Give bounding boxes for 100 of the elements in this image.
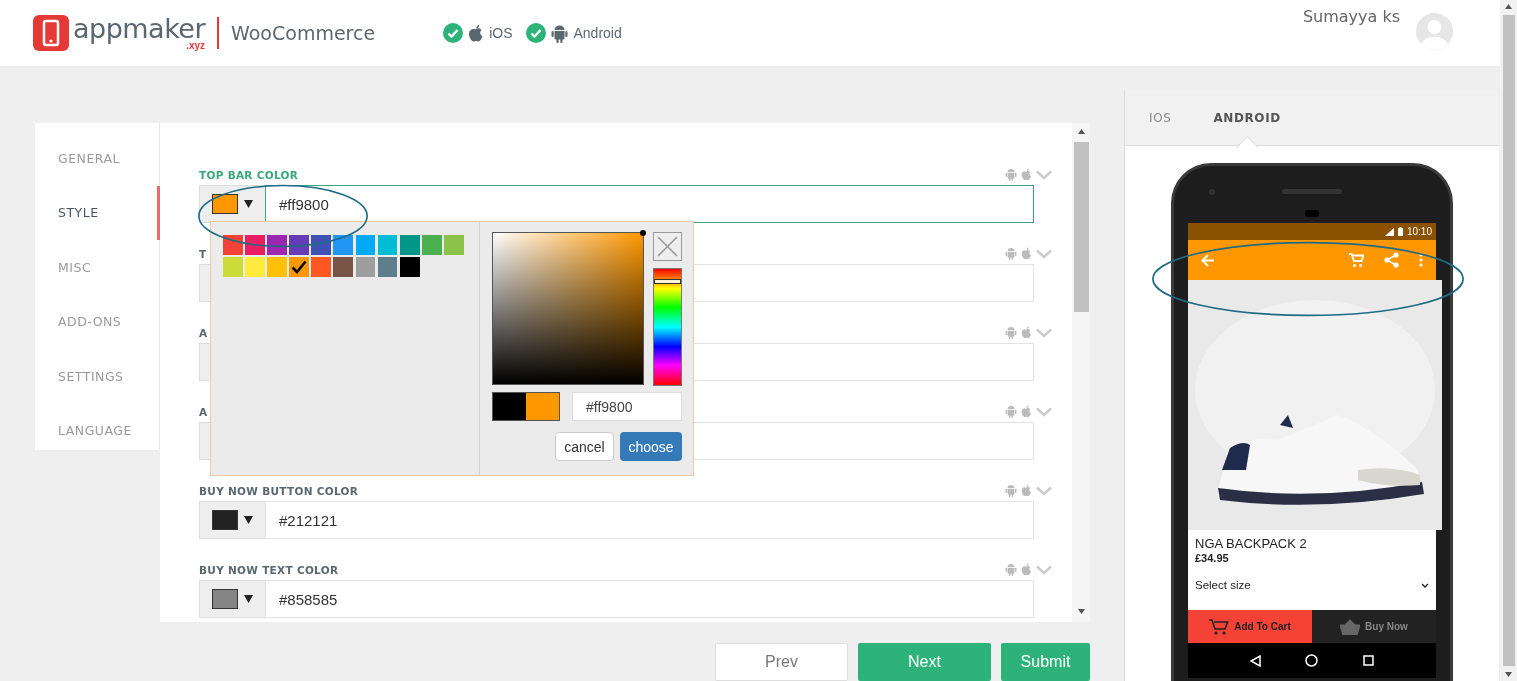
sidebar-item[interactable]: GENERAL [35, 131, 159, 186]
color-input[interactable]: #858585 [265, 580, 1034, 618]
android-icon [1005, 326, 1017, 339]
basket-icon [1340, 618, 1361, 635]
apple-icon [1021, 563, 1032, 576]
hue-slider-handle[interactable] [654, 279, 681, 285]
field-label: TOP BAR COLOR [199, 168, 299, 181]
palette-swatch[interactable] [377, 235, 398, 255]
palette-swatch[interactable] [355, 235, 376, 255]
chevron-down-icon[interactable] [1036, 406, 1052, 417]
scroll-up-icon[interactable] [1077, 129, 1085, 134]
apple-icon [1021, 326, 1032, 339]
close-button[interactable] [653, 232, 682, 261]
android-icon [1005, 563, 1017, 576]
field-label: A [199, 326, 208, 339]
palette-swatch[interactable] [333, 257, 354, 277]
palette-swatch[interactable] [333, 235, 354, 255]
palette-swatch[interactable] [267, 257, 287, 277]
chevron-down-icon[interactable] [1036, 169, 1052, 180]
palette-swatch[interactable] [267, 235, 287, 255]
chevron-down-icon[interactable] [1036, 248, 1052, 259]
palette-swatch[interactable] [399, 235, 420, 255]
chevron-down-icon[interactable] [1036, 327, 1052, 338]
platform-badge-label: iOS [489, 25, 513, 41]
apple-icon [1021, 405, 1032, 418]
palette-swatch[interactable] [289, 235, 310, 255]
palette-swatch[interactable] [245, 235, 265, 255]
color-dropdown[interactable] [199, 185, 265, 223]
apple-icon [1021, 168, 1032, 181]
back-arrow-icon[interactable] [1201, 253, 1215, 267]
palette-swatch[interactable] [223, 235, 243, 255]
android-icon [1005, 168, 1017, 181]
chevron-down-icon [1421, 582, 1429, 588]
logo-wordmark: appmaker [73, 15, 206, 42]
sidebar-item[interactable]: ADD-ONS [35, 294, 159, 349]
checkmark-icon [291, 260, 308, 275]
home-icon[interactable] [1305, 654, 1319, 667]
chevron-down-icon[interactable] [1036, 564, 1052, 575]
avatar-icon[interactable] [1416, 13, 1453, 50]
platform-tab[interactable]: IOS [1149, 90, 1172, 145]
size-select[interactable]: Select size [1195, 579, 1429, 591]
battery-icon [1397, 227, 1403, 236]
field-label: A [199, 405, 208, 418]
sidebar-item[interactable]: LANGUAGE [35, 403, 159, 458]
palette-swatch[interactable] [311, 257, 332, 277]
palette-swatch[interactable] [399, 257, 420, 277]
cart-icon[interactable] [1349, 252, 1364, 268]
platform-badge-label: Android [573, 25, 622, 41]
logo-suffix: .xyz [186, 41, 206, 51]
palette-swatch[interactable] [245, 257, 265, 277]
caret-icon [244, 200, 253, 208]
primary-button[interactable]: Submit [1001, 643, 1090, 681]
color-dropdown[interactable] [199, 580, 265, 618]
apple-icon [468, 23, 485, 43]
hue-slider[interactable] [653, 268, 682, 386]
scroll-down-icon[interactable] [1077, 609, 1085, 614]
sidebar-item[interactable]: SETTINGS [35, 349, 159, 404]
cart-icon [1209, 617, 1230, 636]
field-label: BUY NOW TEXT COLOR [199, 563, 339, 576]
hex-input[interactable]: #ff9800 [572, 392, 682, 421]
recents-icon[interactable] [1362, 655, 1374, 666]
android-icon [1005, 484, 1017, 497]
scroll-down-icon[interactable] [1505, 672, 1512, 677]
close-icon [655, 234, 680, 259]
product-name: NGA BACKPACK 2 [1195, 536, 1308, 551]
caret-icon [244, 516, 253, 524]
signal-icon [1384, 227, 1394, 236]
caret-icon [244, 595, 253, 603]
palette-swatch[interactable] [289, 257, 310, 277]
chevron-down-icon[interactable] [1036, 485, 1052, 496]
palette-swatch[interactable] [355, 257, 376, 277]
more-options-icon[interactable] [1419, 253, 1423, 267]
share-icon[interactable] [1384, 252, 1399, 268]
saturation-picker[interactable] [492, 232, 644, 385]
scroll-up-icon[interactable] [1505, 4, 1512, 9]
logo-icon [33, 15, 69, 51]
secondary-button[interactable]: Prev [715, 643, 848, 681]
user-name[interactable]: Sumayya ks [1302, 7, 1400, 26]
palette-swatch[interactable] [311, 235, 332, 255]
cancel-button[interactable]: cancel [555, 432, 614, 461]
add-to-cart-button[interactable]: Add To Cart [1188, 610, 1312, 643]
choose-button[interactable]: choose [620, 432, 682, 461]
android-icon [1005, 405, 1017, 418]
sidebar-item[interactable]: MISC [35, 240, 159, 295]
buy-now-button[interactable]: Buy Now [1312, 610, 1436, 643]
primary-button[interactable]: Next [858, 643, 991, 681]
product-price: £34.95 [1195, 552, 1230, 564]
field-label: T [199, 247, 207, 260]
platform-name: WooCommerce [231, 22, 376, 44]
scrollbar[interactable] [1072, 123, 1090, 622]
apple-icon [1021, 484, 1032, 497]
palette-swatch[interactable] [443, 235, 464, 255]
palette-swatch[interactable] [377, 257, 398, 277]
palette-swatch[interactable] [223, 257, 243, 277]
color-input[interactable]: #212121 [265, 501, 1034, 539]
back-icon[interactable] [1250, 654, 1262, 667]
color-comparison [492, 392, 560, 421]
color-dropdown[interactable] [199, 501, 265, 539]
android-icon [551, 23, 569, 43]
palette-swatch[interactable] [421, 235, 442, 255]
